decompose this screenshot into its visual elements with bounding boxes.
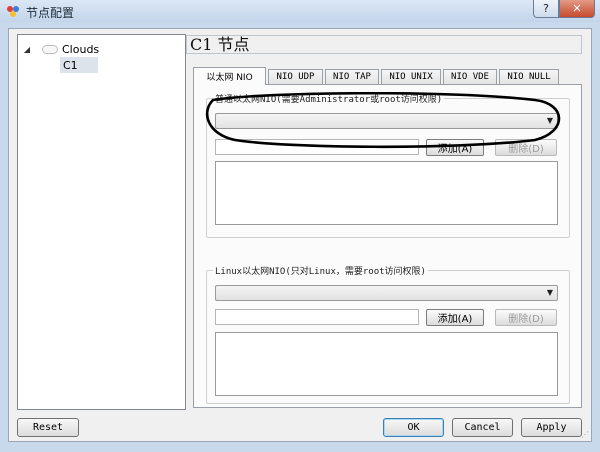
help-button[interactable]: ? (533, 0, 559, 18)
linux-delete-button[interactable]: 删除(D) (495, 309, 557, 326)
ok-button[interactable]: OK (383, 418, 444, 437)
generic-delete-button[interactable]: 删除(D) (495, 139, 557, 156)
group-title: 普通以太网NIO(需要Administrator或root访问权限) (213, 92, 445, 105)
reset-button[interactable]: Reset (17, 418, 79, 437)
resize-grip-icon[interactable]: ⋰ (581, 430, 589, 439)
tree-item-c1[interactable]: C1 (60, 57, 98, 73)
tab-nio-tap[interactable]: NIO TAP (325, 69, 379, 84)
linux-ethernet-group: Linux以太网NIO(只对Linux，需要root访问权限) ▼ 添加(A) … (206, 264, 570, 404)
dropdown-arrow-icon: ▼ (546, 288, 553, 297)
title-bar: 节点配置 ? ✕ (0, 0, 600, 22)
cancel-button[interactable]: Cancel (452, 418, 513, 437)
linux-nio-list[interactable] (215, 332, 558, 396)
tab-nio-unix[interactable]: NIO UNIX (381, 69, 441, 84)
generic-interface-input[interactable] (215, 139, 419, 155)
node-tree[interactable]: ◢ Clouds C1 (17, 34, 186, 410)
tab-panel-ethernet-nio: 普通以太网NIO(需要Administrator或root访问权限) ▼ 添加(… (193, 84, 582, 408)
tab-nio-vde[interactable]: NIO VDE (443, 69, 497, 84)
expand-arrow-icon[interactable]: ◢ (20, 45, 34, 54)
tree-item-clouds[interactable]: ◢ Clouds (20, 41, 99, 57)
tab-nio-udp[interactable]: NIO UDP (268, 69, 323, 84)
app-icon (7, 6, 19, 17)
tree-item-label: Clouds (62, 42, 100, 56)
cloud-icon (42, 44, 58, 54)
tab-ethernet-nio[interactable]: 以太网 NIO (193, 67, 266, 85)
dialog-client-area: ◢ Clouds C1 C1 节点 以太网 NIO NIO UDP NIO TA… (8, 28, 592, 442)
close-button[interactable]: ✕ (559, 0, 595, 18)
generic-interface-dropdown[interactable]: ▼ (215, 113, 558, 129)
generic-ethernet-group: 普通以太网NIO(需要Administrator或root访问权限) ▼ 添加(… (206, 92, 570, 238)
generic-nio-list[interactable] (215, 161, 558, 225)
linux-add-button[interactable]: 添加(A) (426, 309, 484, 326)
generic-add-button[interactable]: 添加(A) (426, 139, 484, 156)
tab-nio-null[interactable]: NIO NULL (499, 69, 559, 84)
window-title: 节点配置 (26, 6, 75, 20)
dropdown-arrow-icon: ▼ (546, 116, 553, 125)
node-title: C1 节点 (186, 35, 582, 54)
apply-button[interactable]: Apply (521, 418, 582, 437)
linux-interface-input[interactable] (215, 309, 419, 325)
tree-item-label: C1 (63, 59, 78, 72)
linux-interface-dropdown[interactable]: ▼ (215, 285, 558, 301)
group-title: Linux以太网NIO(只对Linux，需要root访问权限) (213, 264, 428, 277)
